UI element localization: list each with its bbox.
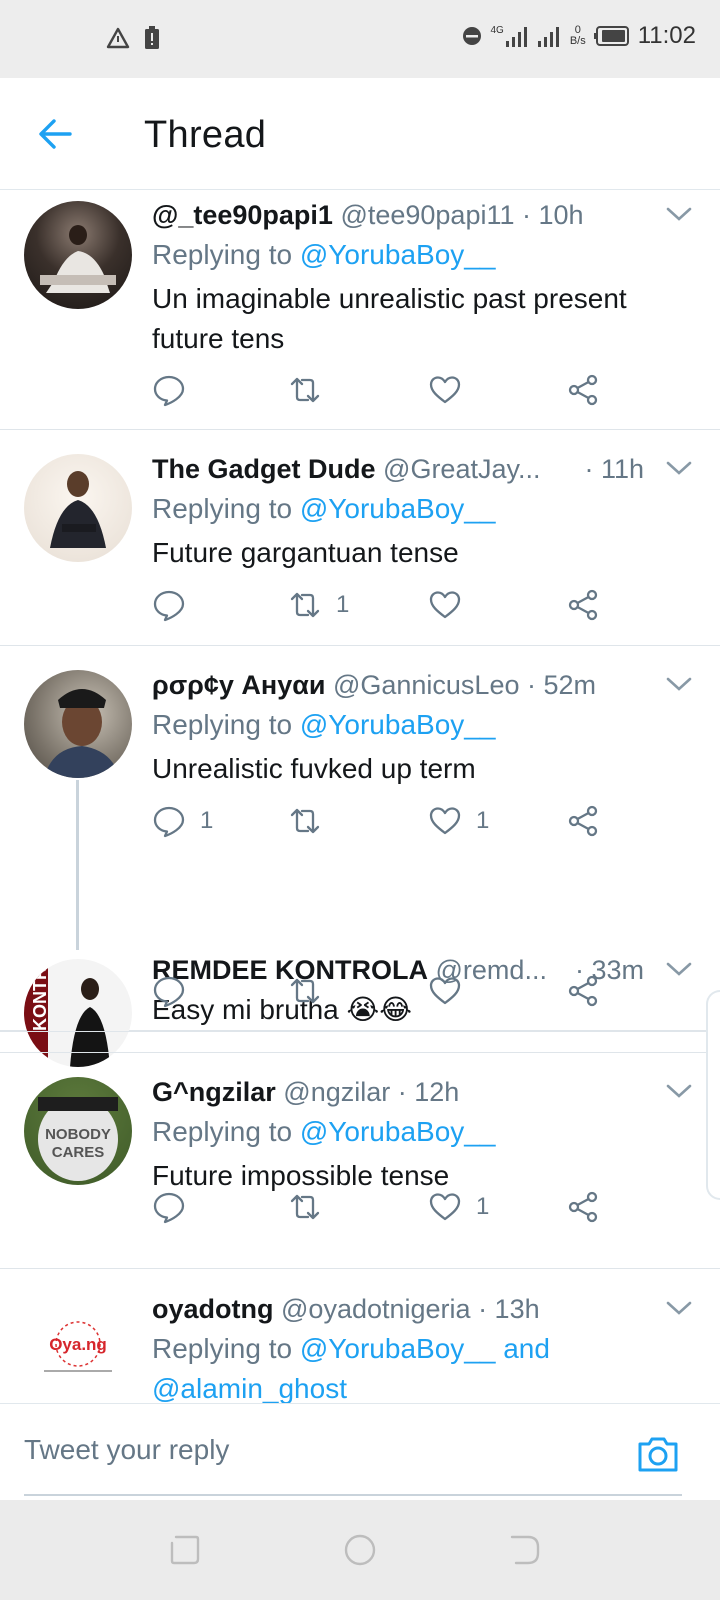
svg-text:NOBODY: NOBODY bbox=[45, 1126, 111, 1143]
page-title: Thread bbox=[144, 114, 267, 156]
like-count: 1 bbox=[476, 1193, 490, 1220]
tweet-actions bbox=[152, 969, 632, 1013]
data-speed: 0 B/s bbox=[569, 24, 586, 47]
home-circle-icon bbox=[344, 1534, 376, 1566]
author-name[interactable]: oyadotng bbox=[152, 1294, 274, 1324]
system-nav-bar bbox=[0, 1500, 720, 1600]
avatar[interactable]: NOBODY CARES bbox=[24, 1077, 132, 1185]
reply-button[interactable] bbox=[152, 1185, 200, 1229]
do-not-disturb-icon bbox=[463, 27, 482, 45]
reply-bubble-icon bbox=[153, 1192, 185, 1224]
chevron-down-icon bbox=[666, 1301, 692, 1315]
share-button[interactable] bbox=[566, 969, 600, 1013]
like-button[interactable] bbox=[428, 969, 476, 1013]
retweet-icon bbox=[290, 1194, 320, 1220]
signal-strength-2-icon bbox=[537, 27, 559, 47]
tweet-menu-button[interactable] bbox=[664, 1293, 694, 1323]
mention-link[interactable]: @YorubaBoy__ and bbox=[300, 1333, 550, 1364]
avatar-logo-text: Oya.ng bbox=[49, 1335, 107, 1354]
reply-bar bbox=[0, 1403, 720, 1500]
recent-apps-button[interactable] bbox=[168, 1533, 202, 1567]
tweet-menu-button[interactable] bbox=[664, 1076, 694, 1106]
author-handle: @oyadotnigeria bbox=[281, 1294, 471, 1324]
replying-to: Replying to @YorubaBoy__ and bbox=[152, 1333, 550, 1364]
network-type: 4G bbox=[490, 25, 504, 36]
retweet-button[interactable] bbox=[288, 1185, 336, 1229]
chevron-down-icon bbox=[666, 1084, 692, 1098]
reply-button[interactable] bbox=[152, 969, 200, 1013]
battery-icon bbox=[593, 26, 629, 46]
tweet-item[interactable]: Oya.ng oyadotng @oyadotnigeria · 13h Rep… bbox=[0, 1270, 720, 1403]
author-handle: @ngzilar bbox=[283, 1077, 391, 1107]
tweet-item[interactable]: NOBODY CARES G^ngzilar @ngzilar · 12h Rep… bbox=[0, 1053, 720, 1269]
tweet-actions: 1 bbox=[152, 1185, 632, 1229]
mention-link[interactable]: @YorubaBoy__ bbox=[300, 1116, 496, 1147]
arrow-left-icon bbox=[39, 119, 72, 149]
like-button[interactable]: 1 bbox=[428, 1185, 489, 1229]
camera-icon bbox=[638, 1437, 678, 1472]
replying-to: Replying to @YorubaBoy__ bbox=[152, 1116, 496, 1147]
author-name[interactable]: G^ngzilar bbox=[152, 1077, 276, 1107]
back-button[interactable] bbox=[36, 114, 76, 154]
recent-apps-icon bbox=[170, 1535, 200, 1565]
replying-to-cont: @alamin_ghost bbox=[152, 1369, 700, 1403]
home-button[interactable] bbox=[343, 1533, 377, 1567]
avatar[interactable]: Oya.ng bbox=[24, 1294, 132, 1402]
warning-triangle-icon bbox=[106, 27, 130, 49]
share-button[interactable] bbox=[566, 1185, 600, 1229]
retweet-button[interactable] bbox=[288, 969, 336, 1013]
thread-feed-lower: NOBODY CARES G^ngzilar @ngzilar · 12h Rep… bbox=[0, 191, 720, 1403]
signal-strength-icon bbox=[505, 27, 527, 47]
status-time: 11:02 bbox=[637, 22, 696, 49]
side-panel-handle[interactable] bbox=[706, 990, 720, 1200]
share-icon bbox=[568, 975, 598, 1007]
retweet-icon bbox=[290, 978, 320, 1004]
camera-button[interactable] bbox=[636, 1434, 680, 1474]
app-header: Thread bbox=[0, 78, 720, 190]
tweet-time: · 13h bbox=[478, 1294, 540, 1324]
reply-bubble-icon bbox=[153, 976, 185, 1008]
svg-text:CARES: CARES bbox=[52, 1144, 105, 1161]
reply-underline bbox=[24, 1494, 682, 1496]
status-bar: 4G 0 B/s 11:02 bbox=[0, 0, 720, 78]
back-nav-button[interactable] bbox=[508, 1533, 542, 1567]
heart-icon bbox=[429, 977, 461, 1005]
tweet-reply-input[interactable] bbox=[24, 1422, 584, 1478]
mention-link[interactable]: @alamin_ghost bbox=[152, 1373, 347, 1403]
back-nav-icon bbox=[510, 1535, 540, 1565]
share-icon bbox=[568, 1191, 598, 1223]
tweet-time: · 12h bbox=[397, 1077, 460, 1107]
heart-icon bbox=[429, 1193, 461, 1221]
battery-alert-icon bbox=[145, 26, 159, 49]
